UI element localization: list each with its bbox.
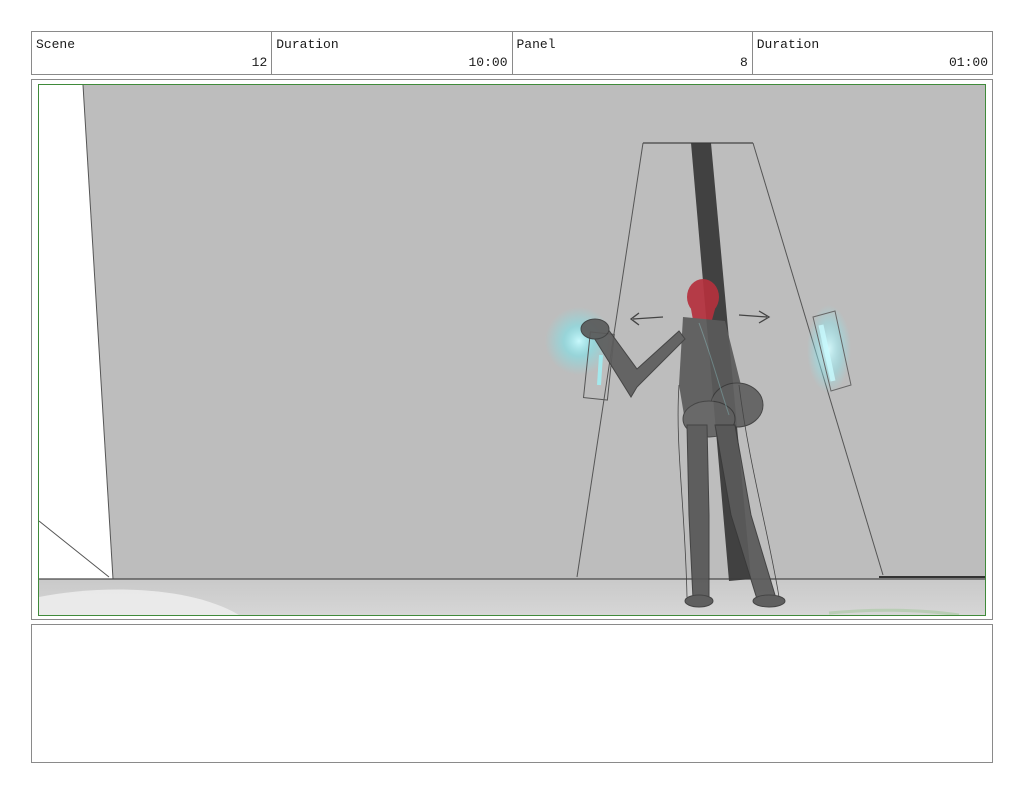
panel-duration-value[interactable]: 01:00 (949, 55, 988, 70)
panel-frame (31, 79, 993, 620)
panel-label: Panel (516, 37, 556, 52)
panel-illustration[interactable] (38, 84, 986, 616)
scene-cell: Scene 12 (32, 32, 273, 74)
scene-duration-value[interactable]: 10:00 (468, 55, 507, 70)
scene-number[interactable]: 12 (252, 55, 268, 70)
panel-duration-label: Duration (756, 37, 820, 52)
panel-cell: Panel 8 (513, 32, 753, 74)
panel-number[interactable]: 8 (740, 55, 748, 70)
panel-duration-cell: Duration 01:00 (753, 32, 992, 74)
storyboard-header: Scene 12 Duration 10:00 Panel 8 Duration… (31, 31, 993, 75)
scene-duration-cell: Duration 10:00 (272, 32, 513, 74)
scene-label: Scene (36, 37, 76, 52)
panel-notes-area[interactable] (31, 624, 993, 763)
scene-duration-label: Duration (276, 37, 339, 52)
